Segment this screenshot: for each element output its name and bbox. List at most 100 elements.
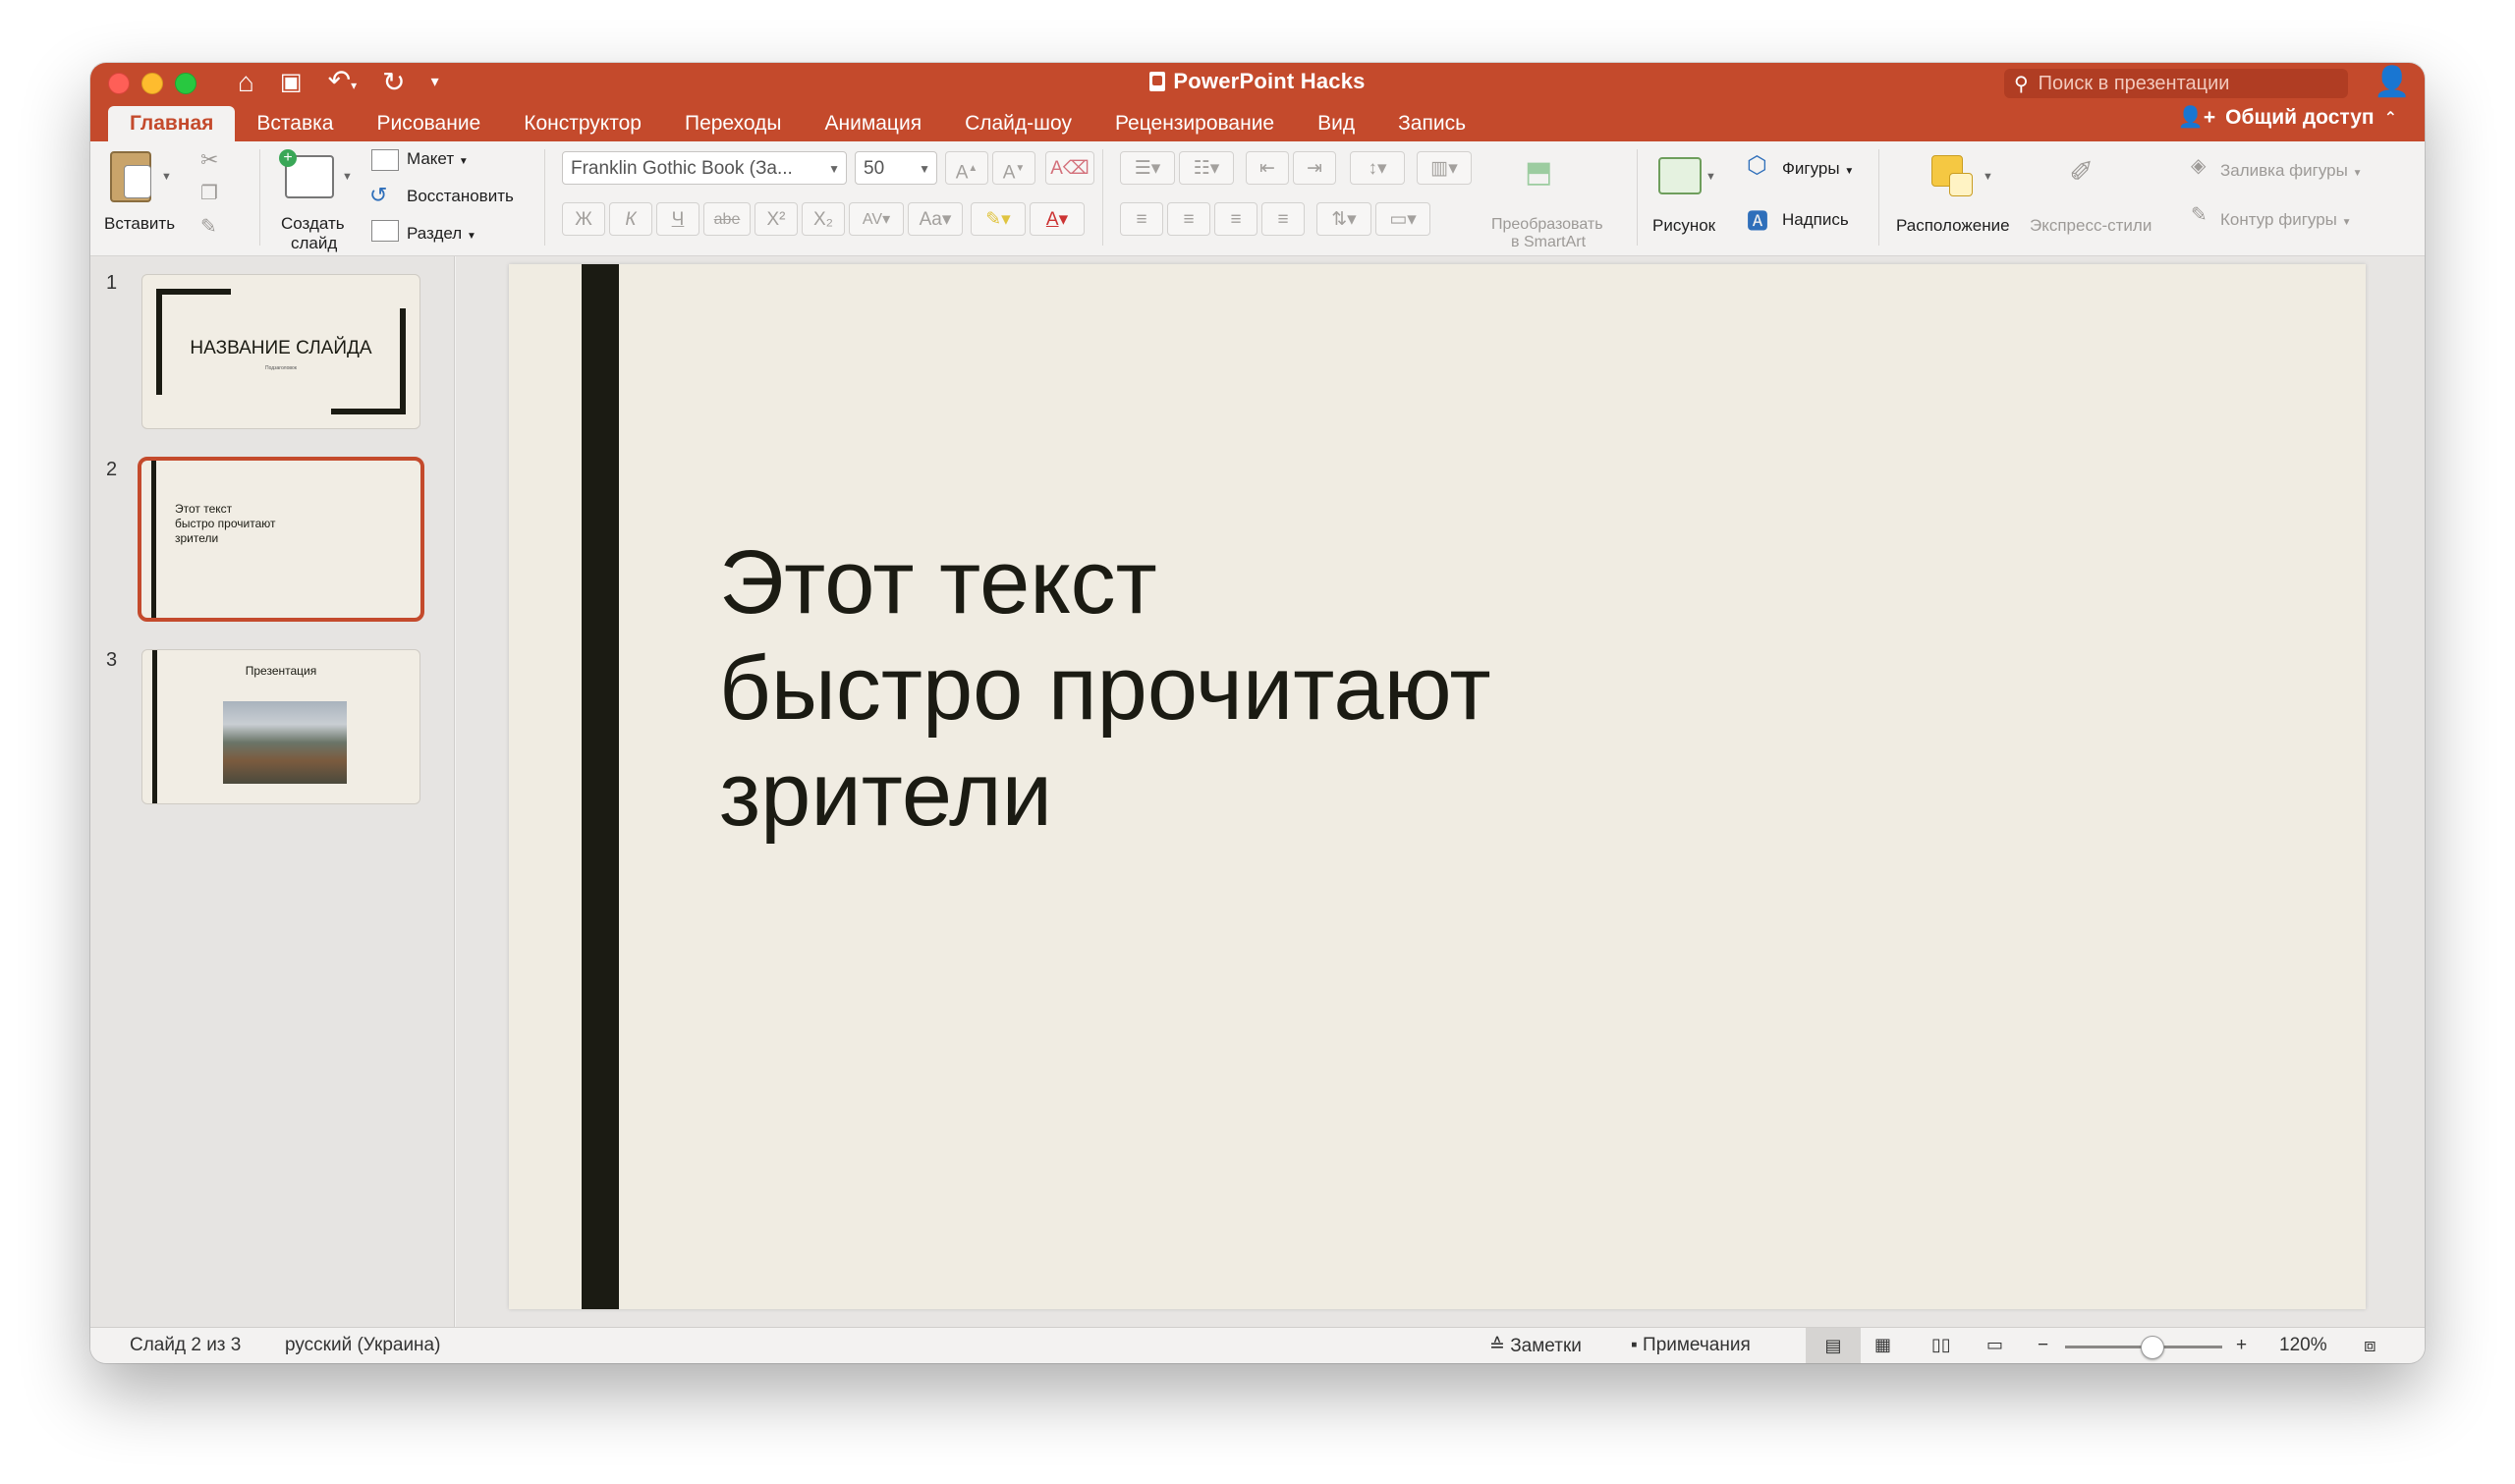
paste-dropdown-icon[interactable]: ▼ [161, 171, 172, 183]
bold-button[interactable]: Ж [562, 202, 605, 236]
decrease-indent-button[interactable]: ⇤ [1246, 151, 1289, 185]
chevron-down-icon: ▼ [919, 162, 930, 176]
font-name-combo[interactable]: Franklin Gothic Book (За... ▼ [562, 151, 847, 185]
tab-record[interactable]: Запись [1376, 106, 1487, 141]
tab-view[interactable]: Вид [1296, 106, 1376, 141]
character-spacing-button[interactable]: AV▾ [849, 202, 904, 236]
tab-design[interactable]: Конструктор [502, 106, 663, 141]
picture-button[interactable]: Рисунок [1652, 216, 1715, 236]
reset-button[interactable]: Восстановить [407, 187, 514, 206]
arrange-dropdown-icon[interactable]: ▼ [1983, 171, 1993, 183]
slide-sorter-button[interactable]: ▦ [1874, 1335, 1891, 1355]
convert-smartart-line2[interactable]: в SmartArt [1511, 234, 1586, 251]
ribbon-separator [1102, 149, 1103, 246]
current-slide[interactable]: Этот текст быстро прочитают зрители [509, 264, 2366, 1309]
font-color-button[interactable]: A▾ [1030, 202, 1085, 236]
account-icon[interactable]: 👤 [2374, 65, 2410, 99]
share-button[interactable]: 👤+ Общий доступ ⌃ [2178, 106, 2397, 130]
subscript-button[interactable]: X₂ [802, 202, 845, 236]
ribbon-separator [1878, 149, 1879, 246]
tab-transitions[interactable]: Переходы [663, 106, 804, 141]
ribbon-separator [259, 149, 260, 246]
reading-view-button[interactable]: ▯▯ [1931, 1335, 1951, 1355]
underline-button[interactable]: Ч [656, 202, 699, 236]
search-box[interactable]: ⚲ Поиск в презентации [2004, 69, 2348, 98]
clear-formatting-button[interactable]: A⌫ [1045, 151, 1094, 185]
columns-button[interactable]: ▥▾ [1417, 151, 1472, 185]
align-right-button[interactable]: ≡ [1214, 202, 1258, 236]
tab-review[interactable]: Рецензирование [1093, 106, 1296, 141]
paste-button[interactable]: Вставить [104, 214, 175, 234]
strikethrough-button[interactable]: abe [703, 202, 751, 236]
comment-icon: ▪ [1631, 1335, 1638, 1355]
font-size-combo[interactable]: 50 ▼ [855, 151, 937, 185]
text-direction-button[interactable]: ⇅▾ [1316, 202, 1371, 236]
new-slide-button-line2[interactable]: слайд [291, 234, 337, 253]
reset-icon: ↺ [369, 183, 388, 207]
notes-button[interactable]: ≙ Заметки [1489, 1335, 1582, 1357]
new-slide-dropdown-icon[interactable]: ▼ [342, 171, 353, 183]
change-case-button[interactable]: Aa▾ [908, 202, 963, 236]
new-slide-button-line1[interactable]: Создать [281, 214, 345, 234]
status-bar: Слайд 2 из 3 русский (Украина) ≙ Заметки… [90, 1327, 2425, 1363]
justify-button[interactable]: ≡ [1261, 202, 1305, 236]
decrease-font-size-button[interactable]: A▼ [992, 151, 1035, 185]
language-indicator[interactable]: русский (Украина) [285, 1335, 440, 1356]
picture-icon[interactable] [1658, 157, 1702, 194]
align-text-button[interactable]: ▭▾ [1375, 202, 1430, 236]
convert-smartart-line1[interactable]: Преобразовать [1491, 216, 1603, 234]
paste-clipboard-sheet [124, 165, 151, 198]
collapse-ribbon-icon[interactable]: ⌃ [2384, 108, 2397, 128]
highlight-color-button[interactable]: ✎▾ [971, 202, 1026, 236]
zoom-in-button[interactable]: + [2236, 1335, 2247, 1356]
bracket-bottom-right [331, 409, 406, 414]
zoom-out-button[interactable]: − [2038, 1335, 2048, 1356]
format-painter-icon[interactable]: ✎ [200, 214, 217, 239]
shape-outline-button[interactable]: Контур фигуры ▼ [2220, 210, 2352, 230]
tab-draw[interactable]: Рисование [355, 106, 502, 141]
slide-2-line2: быстро прочитают [175, 517, 276, 530]
zoom-level[interactable]: 120% [2279, 1335, 2327, 1356]
align-center-button[interactable]: ≡ [1167, 202, 1210, 236]
arrange-button[interactable]: Расположение [1896, 216, 2010, 236]
align-left-button[interactable]: ≡ [1120, 202, 1163, 236]
increase-indent-button[interactable]: ⇥ [1293, 151, 1336, 185]
slide-thumbnail-2[interactable]: Этот текст быстро прочитают зрители [138, 457, 424, 622]
notes-icon: ≙ [1489, 1336, 1505, 1356]
comments-button[interactable]: ▪ Примечания [1631, 1335, 1751, 1356]
cut-icon[interactable]: ✂ [200, 147, 218, 173]
superscript-button[interactable]: X² [754, 202, 798, 236]
textbox-button[interactable]: Надпись [1782, 210, 1849, 230]
tab-home[interactable]: Главная [108, 106, 236, 141]
tab-insert[interactable]: Вставка [235, 106, 355, 141]
tab-slideshow[interactable]: Слайд-шоу [943, 106, 1093, 141]
quick-styles-button[interactable]: Экспресс-стили [2030, 216, 2152, 236]
fit-to-window-icon[interactable]: ⧈ [2364, 1335, 2376, 1357]
line-spacing-button[interactable]: ↕▾ [1350, 151, 1405, 185]
document-title-text: PowerPoint Hacks [1173, 69, 1366, 93]
tab-animations[interactable]: Анимация [803, 106, 943, 141]
normal-view-button[interactable]: ▤ [1806, 1328, 1861, 1363]
numbering-button[interactable]: ☷▾ [1179, 151, 1234, 185]
bracket-right [400, 308, 406, 414]
quick-styles-icon: ✐ [2069, 156, 2095, 189]
italic-button[interactable]: К [609, 202, 652, 236]
search-input[interactable]: Поиск в презентации [2039, 73, 2230, 95]
increase-font-size-button[interactable]: A▲ [945, 151, 988, 185]
shapes-button[interactable]: Фигуры ▼ [1782, 159, 1854, 179]
slide-2-line3: зрители [175, 531, 219, 545]
zoom-slider-thumb[interactable] [2141, 1336, 2164, 1359]
title-bar: ⌂ ▣ ↶▾ ↻ ▾ PowerPoint Hacks ⚲ Поиск в пр… [90, 63, 2425, 141]
section-icon [371, 220, 399, 242]
shape-fill-button[interactable]: Заливка фигуры ▼ [2220, 161, 2362, 181]
slideshow-view-button[interactable]: ▭ [1986, 1335, 2003, 1355]
slide-thumbnail-1[interactable]: НАЗВАНИЕ СЛАЙДА Подзаголовок [141, 274, 420, 429]
layout-button[interactable]: Макет ▼ [407, 149, 469, 169]
arrange-icon-back [1949, 173, 1973, 196]
slide-thumbnail-3[interactable]: Презентация [141, 649, 420, 804]
picture-dropdown-icon[interactable]: ▼ [1705, 171, 1716, 183]
copy-icon[interactable]: ❐ [200, 181, 218, 205]
bullets-button[interactable]: ☰▾ [1120, 151, 1175, 185]
section-button[interactable]: Раздел ▼ [407, 224, 476, 244]
slide-body-text[interactable]: Этот текст быстро прочитают зрители [719, 529, 1491, 848]
